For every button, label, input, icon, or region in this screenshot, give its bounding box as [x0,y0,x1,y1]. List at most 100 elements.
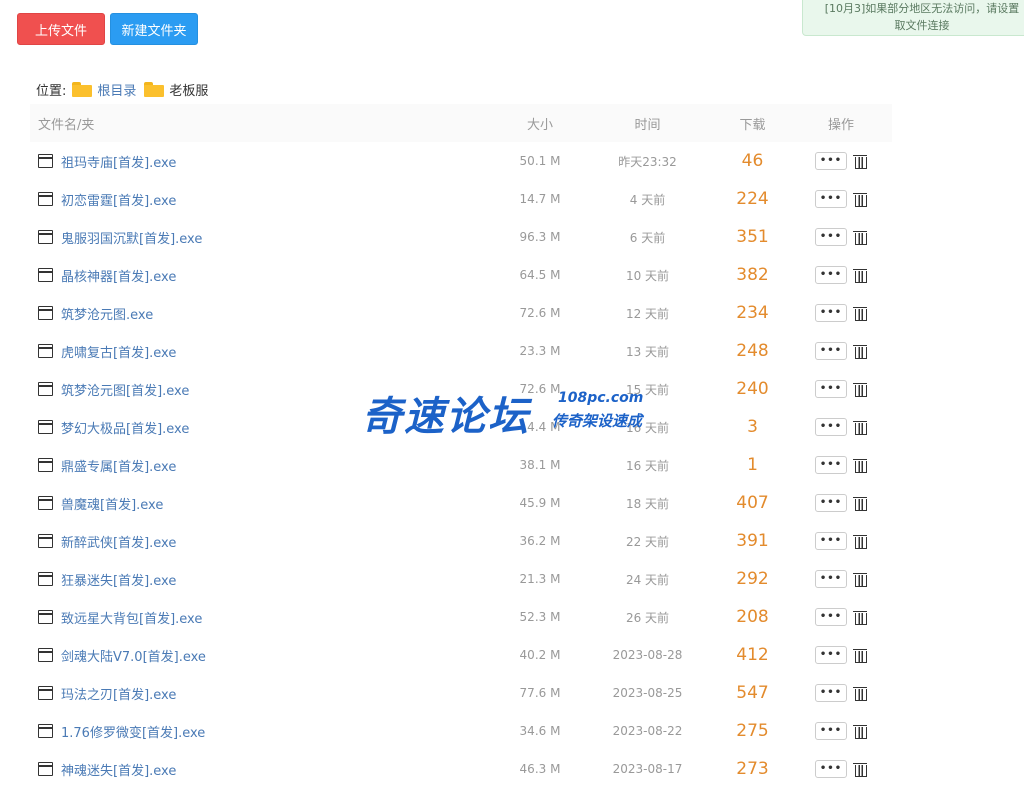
trash-icon[interactable] [853,610,867,625]
more-options-button[interactable]: ••• [815,570,847,588]
file-link[interactable]: 狂暴迷失[首发].exe [61,570,176,589]
file-time: 22 天前 [625,534,670,549]
trash-icon[interactable] [853,192,867,207]
actions-cell: ••• [790,152,892,170]
download-count: 382 [736,265,769,285]
file-size: 40.2 M [519,648,561,662]
download-count: 407 [736,493,769,513]
folder-icon [72,81,93,97]
file-icon [38,230,53,244]
file-link[interactable]: 鼎盛专属[首发].exe [61,456,176,475]
trash-icon[interactable] [853,648,867,663]
file-time: 24 天前 [625,572,670,587]
table-row: 筑梦沧元图.exe 72.6 M 12 天前 234 ••• [30,294,892,332]
file-name-cell: 神魂迷失[首发].exe [30,760,500,779]
file-link[interactable]: 筑梦沧元图[首发].exe [61,380,189,399]
download-count-cell: 275 [715,721,790,741]
trash-icon[interactable] [853,306,867,321]
more-options-button[interactable]: ••• [815,760,847,778]
table-row: 筑梦沧元图[首发].exe 72.6 M 15 天前 240 ••• [30,370,892,408]
download-count-cell: 292 [715,569,790,589]
file-time: 10 天前 [625,268,670,283]
more-options-button[interactable]: ••• [815,342,847,360]
breadcrumb: 位置: 根目录 老板服 [36,79,208,99]
file-link[interactable]: 1.76修罗微变[首发].exe [61,722,205,741]
file-name-cell: 梦幻大极品[首发].exe [30,418,500,437]
file-link[interactable]: 玛法之刃[首发].exe [61,684,176,703]
more-options-button[interactable]: ••• [815,532,847,550]
more-options-button[interactable]: ••• [815,646,847,664]
more-options-button[interactable]: ••• [815,266,847,284]
new-folder-button[interactable]: 新建文件夹 [110,13,198,45]
toolbar: 上传文件 新建文件夹 [10月3]如果部分地区无法访问，请设置 取文件连接 [0,0,1024,60]
trash-icon[interactable] [853,344,867,359]
table-row: 新醉武侠[首发].exe 36.2 M 22 天前 391 ••• [30,522,892,560]
more-options-button[interactable]: ••• [815,152,847,170]
more-options-button[interactable]: ••• [815,418,847,436]
file-size: 64.4 M [519,420,561,434]
actions-cell: ••• [790,380,892,398]
file-size: 96.3 M [519,230,561,244]
file-size: 77.6 M [519,686,561,700]
file-link[interactable]: 虎啸复古[首发].exe [61,342,176,361]
notice-line-2: 取文件连接 [894,19,950,32]
actions-cell: ••• [790,760,892,778]
breadcrumb-root-link[interactable]: 根目录 [97,80,136,99]
actions-cell: ••• [790,570,892,588]
actions-cell: ••• [790,418,892,436]
download-count-cell: 1 [715,455,790,475]
more-options-button[interactable]: ••• [815,190,847,208]
file-icon [38,268,53,282]
file-link[interactable]: 新醉武侠[首发].exe [61,532,176,551]
file-link[interactable]: 祖玛寺庙[首发].exe [61,152,176,171]
trash-icon[interactable] [853,382,867,397]
download-count-cell: 224 [715,189,790,209]
more-options-button[interactable]: ••• [815,608,847,626]
file-time: 26 天前 [625,610,670,625]
trash-icon[interactable] [853,420,867,435]
download-count: 248 [736,341,769,361]
trash-icon[interactable] [853,268,867,283]
trash-icon[interactable] [853,762,867,777]
actions-cell: ••• [790,684,892,702]
more-options-button[interactable]: ••• [815,228,847,246]
more-options-button[interactable]: ••• [815,304,847,322]
file-link[interactable]: 神魂迷失[首发].exe [61,760,176,779]
file-link[interactable]: 梦幻大极品[首发].exe [61,418,189,437]
header-actions: 操作 [827,117,854,133]
file-link[interactable]: 鬼服羽国沉默[首发].exe [61,228,202,247]
trash-icon[interactable] [853,724,867,739]
trash-icon[interactable] [853,458,867,473]
file-icon [38,496,53,510]
download-count: 240 [736,379,769,399]
file-link[interactable]: 致远星大背包[首发].exe [61,608,202,627]
trash-icon[interactable] [853,572,867,587]
file-link[interactable]: 晶核神器[首发].exe [61,266,176,285]
trash-icon[interactable] [853,686,867,701]
file-size: 34.6 M [519,724,561,738]
trash-icon[interactable] [853,230,867,245]
upload-file-button[interactable]: 上传文件 [17,13,105,45]
more-options-button[interactable]: ••• [815,494,847,512]
trash-icon[interactable] [853,534,867,549]
file-link[interactable]: 筑梦沧元图.exe [61,304,153,323]
file-name-cell: 初恋雷霆[首发].exe [30,190,500,209]
file-link[interactable]: 初恋雷霆[首发].exe [61,190,176,209]
table-row: 兽魔魂[首发].exe 45.9 M 18 天前 407 ••• [30,484,892,522]
file-link[interactable]: 剑魂大陆V7.0[首发].exe [61,646,206,665]
breadcrumb-label: 位置: [36,83,67,99]
download-count: 208 [736,607,769,627]
more-options-button[interactable]: ••• [815,456,847,474]
file-link[interactable]: 兽魔魂[首发].exe [61,494,163,513]
file-name-cell: 剑魂大陆V7.0[首发].exe [30,646,500,665]
download-count: 292 [736,569,769,589]
table-row: 玛法之刃[首发].exe 77.6 M 2023-08-25 547 ••• [30,674,892,712]
download-count-cell: 208 [715,607,790,627]
file-name-cell: 筑梦沧元图.exe [30,304,500,323]
trash-icon[interactable] [853,154,867,169]
more-options-button[interactable]: ••• [815,684,847,702]
more-options-button[interactable]: ••• [815,380,847,398]
file-time: 18 天前 [625,496,670,511]
more-options-button[interactable]: ••• [815,722,847,740]
trash-icon[interactable] [853,496,867,511]
